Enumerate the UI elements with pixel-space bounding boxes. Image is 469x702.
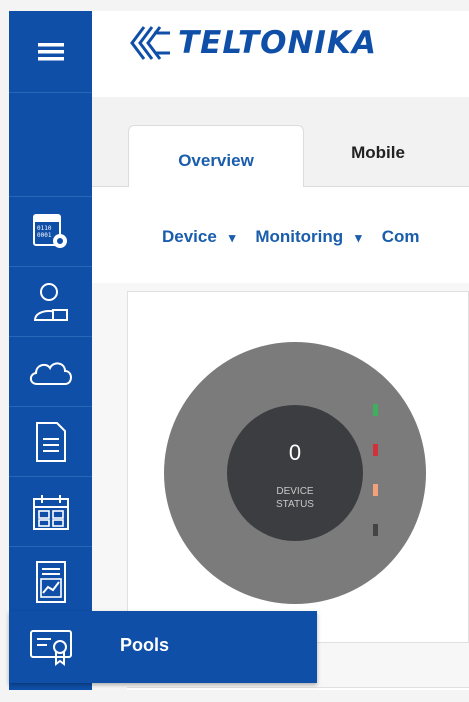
report-chart-icon [35, 560, 66, 603]
sidebar: 0110 0001 [9, 11, 92, 690]
sidebar-item-documents[interactable] [9, 407, 92, 477]
menu-toggle-button[interactable] [9, 11, 92, 93]
sidebar-item-pools[interactable]: Pools [9, 611, 317, 683]
admin-user-icon [33, 282, 68, 321]
sidebar-spacer [9, 93, 92, 197]
window-frame-bottom [0, 690, 469, 702]
tabs-bar: Overview Mobile [92, 97, 469, 187]
certificate-icon [29, 630, 72, 666]
sidebar-item-system[interactable]: 0110 0001 [9, 197, 92, 267]
tab-overview[interactable]: Overview [128, 125, 304, 187]
pools-label: Pools [120, 635, 170, 655]
caret-down-icon: ▾ [355, 230, 362, 245]
sidebar-item-admin[interactable] [9, 267, 92, 337]
cloud-icon [29, 362, 72, 385]
calendar-icon [32, 494, 69, 530]
tab-mobile[interactable]: Mobile [328, 125, 428, 187]
brand-logo[interactable]: TELTONIKA [130, 25, 377, 61]
system-settings-icon: 0110 0001 [32, 213, 67, 248]
sidebar-item-calendar[interactable] [9, 477, 92, 547]
sidebar-item-reports[interactable] [9, 547, 92, 617]
svg-text:0110: 0110 [37, 225, 52, 232]
caret-down-icon: ▾ [228, 230, 236, 245]
brand-name: TELTONIKA [178, 25, 377, 61]
sidebar-item-cloud[interactable] [9, 337, 92, 407]
hamburger-icon [37, 42, 64, 60]
submenu-more[interactable]: Com [382, 227, 420, 247]
legend-marker-orange [373, 484, 378, 496]
device-status-label: DEVICE STATUS [276, 486, 314, 510]
document-icon [35, 421, 66, 462]
submenu: Device ▾ Monitoring ▾ Com [92, 187, 469, 283]
submenu-device[interactable]: Device ▾ [162, 227, 245, 247]
window-frame-top [0, 0, 469, 11]
header: TELTONIKA [92, 11, 469, 97]
legend-marker-dark [373, 524, 378, 536]
svg-text:0001: 0001 [37, 232, 52, 239]
sidebar-bottom [9, 683, 92, 690]
legend-marker-green [373, 404, 378, 416]
teltonika-logo-icon [130, 26, 170, 60]
device-status-chart: 0 DEVICE STATUS [164, 342, 426, 604]
legend-marker-red [373, 444, 378, 456]
device-status-value: 0 [288, 440, 302, 465]
submenu-monitoring[interactable]: Monitoring ▾ [255, 227, 371, 247]
window-frame-left [0, 0, 9, 702]
device-status-center: 0 DEVICE STATUS [227, 405, 363, 541]
